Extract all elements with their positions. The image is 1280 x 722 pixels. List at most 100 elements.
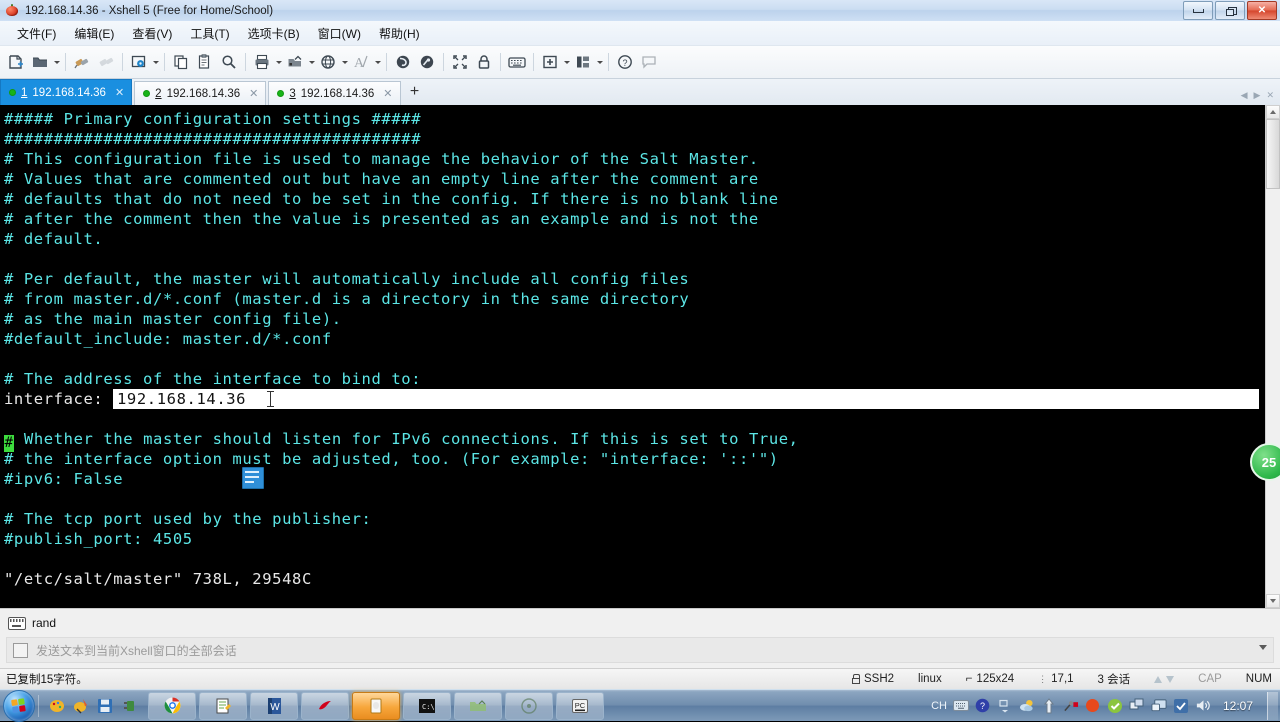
terminal-scrollbar[interactable] xyxy=(1265,105,1280,608)
taskbar-cmd[interactable]: C:\ xyxy=(403,691,451,720)
plug-icon[interactable] xyxy=(118,695,140,717)
minimize-button[interactable] xyxy=(1183,1,1213,20)
connect-icon[interactable] xyxy=(70,50,94,74)
find-icon[interactable] xyxy=(217,50,241,74)
arrow-up-icon[interactable] xyxy=(1041,697,1057,714)
vim-status-file: "/etc/salt/master" 738L, 29548C xyxy=(4,570,312,588)
menu-edit[interactable]: 编辑(E) xyxy=(65,22,123,45)
scroll-down-icon[interactable] xyxy=(1266,594,1280,608)
session-properties-dropdown[interactable] xyxy=(151,50,160,74)
new-tab-button[interactable]: + xyxy=(403,79,427,105)
tab-scroll-left-icon[interactable]: ◀ xyxy=(1239,90,1250,101)
taskbar-chrome[interactable] xyxy=(148,691,196,720)
svg-text:C:\: C:\ xyxy=(422,703,435,711)
taskbar-xshell[interactable] xyxy=(352,691,400,720)
open-folder-dropdown[interactable] xyxy=(52,50,61,74)
copy-icon[interactable] xyxy=(169,50,193,74)
scrollbar-thumb[interactable] xyxy=(1266,119,1280,189)
terminal-screen[interactable]: ##### Primary configuration settings ###… xyxy=(0,105,1280,608)
transfer-dropdown[interactable] xyxy=(307,50,316,74)
ime-indicator[interactable]: CH xyxy=(931,700,947,712)
print-dropdown[interactable] xyxy=(274,50,283,74)
xftp-icon[interactable] xyxy=(391,50,415,74)
terminal-line: # after the comment then the value is pr… xyxy=(4,210,759,228)
layout-icon[interactable] xyxy=(571,50,595,74)
keyboard-icon[interactable] xyxy=(505,50,529,74)
menu-tools[interactable]: 工具(T) xyxy=(181,22,238,45)
globe-icon[interactable] xyxy=(316,50,340,74)
send-to-all-checkbox[interactable] xyxy=(13,642,28,658)
scroll-up-icon[interactable] xyxy=(1266,105,1280,119)
layout-dropdown[interactable] xyxy=(595,50,604,74)
tab-session-1[interactable]: 1 192.168.14.36 ✕ xyxy=(0,79,133,105)
lock-icon xyxy=(852,674,860,684)
terminal-line: # default. xyxy=(4,230,104,248)
tab-session-2[interactable]: 2 192.168.14.36 ✕ xyxy=(134,81,267,105)
xagent-icon[interactable] xyxy=(415,50,439,74)
add-panel-icon[interactable] xyxy=(538,50,562,74)
terminal-selection-row[interactable]: interface: 192.168.14.36 xyxy=(4,389,1280,409)
toolbar-separator xyxy=(533,53,534,71)
cursor-pos-icon: ⋮ xyxy=(1038,673,1048,684)
lock-icon[interactable] xyxy=(472,50,496,74)
tab-scroll-right-icon[interactable]: ▶ xyxy=(1252,90,1263,101)
menu-file[interactable]: 文件(F) xyxy=(8,22,65,45)
security-icon[interactable] xyxy=(1173,698,1189,714)
terminal-line: # This configuration file is used to man… xyxy=(4,150,759,168)
menu-window[interactable]: 窗口(W) xyxy=(309,22,370,45)
overflow-icon[interactable] xyxy=(997,698,1013,714)
paint-brush-icon[interactable] xyxy=(70,695,92,717)
font-icon: A xyxy=(349,50,373,74)
send-to-all-input[interactable]: 发送文本到当前Xshell窗口的全部会话 xyxy=(6,637,1274,663)
taskbar-foxit[interactable] xyxy=(301,691,349,720)
globe-dropdown[interactable] xyxy=(340,50,349,74)
weather-icon[interactable] xyxy=(1019,698,1035,714)
tab-close-icon[interactable]: ✕ xyxy=(115,86,124,99)
paste-icon[interactable] xyxy=(193,50,217,74)
menu-tab[interactable]: 选项卡(B) xyxy=(239,22,309,45)
terminal-line: ########################################… xyxy=(4,130,422,148)
close-button[interactable]: ✕ xyxy=(1247,1,1277,20)
help-icon[interactable]: ? xyxy=(975,698,991,714)
show-desktop-button[interactable] xyxy=(1267,691,1278,720)
chevron-down-icon[interactable] xyxy=(1259,645,1267,650)
monitor-icon[interactable] xyxy=(1151,698,1167,714)
tab-scroll-controls[interactable]: ◀ ▶ ✕ xyxy=(1239,90,1276,101)
taskbar-pc[interactable]: PC xyxy=(556,691,604,720)
tab-list-icon[interactable]: ✕ xyxy=(1264,90,1276,101)
fullscreen-icon[interactable] xyxy=(448,50,472,74)
help-icon[interactable]: ? xyxy=(613,50,637,74)
network-share-icon[interactable] xyxy=(1129,698,1145,714)
add-panel-dropdown[interactable] xyxy=(562,50,571,74)
tab-close-icon[interactable]: ✕ xyxy=(249,87,258,100)
menu-help[interactable]: 帮助(H) xyxy=(370,22,429,45)
shield-icon[interactable] xyxy=(1107,698,1123,714)
print-icon[interactable] xyxy=(250,50,274,74)
tools-icon[interactable] xyxy=(1063,698,1079,714)
status-term-type: linux xyxy=(918,673,942,685)
maximize-button[interactable] xyxy=(1215,1,1245,20)
paint-icon[interactable] xyxy=(46,695,68,717)
taskbar-clock[interactable]: 12:07 xyxy=(1217,699,1259,713)
taskbar-media[interactable] xyxy=(505,691,553,720)
interface-value-selected: 192.168.14.36 xyxy=(117,390,247,408)
session-properties-icon[interactable] xyxy=(127,50,151,74)
toolbar-separator xyxy=(65,53,66,71)
record-icon[interactable] xyxy=(1085,698,1101,714)
open-folder-icon[interactable] xyxy=(28,50,52,74)
tab-close-icon[interactable]: ✕ xyxy=(383,87,392,100)
taskbar-word[interactable]: W xyxy=(250,691,298,720)
volume-icon[interactable] xyxy=(1195,698,1211,714)
start-button[interactable] xyxy=(3,689,35,722)
transfer-icon[interactable] xyxy=(283,50,307,74)
save-icon[interactable] xyxy=(94,695,116,717)
taskbar-xftp[interactable] xyxy=(454,691,502,720)
tab-session-3[interactable]: 3 192.168.14.36 ✕ xyxy=(268,81,401,105)
menu-view[interactable]: 查看(V) xyxy=(123,22,181,45)
taskbar-notepad[interactable] xyxy=(199,691,247,720)
font-dropdown[interactable] xyxy=(373,50,382,74)
new-session-icon[interactable] xyxy=(4,50,28,74)
ime-keyboard-icon[interactable] xyxy=(952,698,969,714)
